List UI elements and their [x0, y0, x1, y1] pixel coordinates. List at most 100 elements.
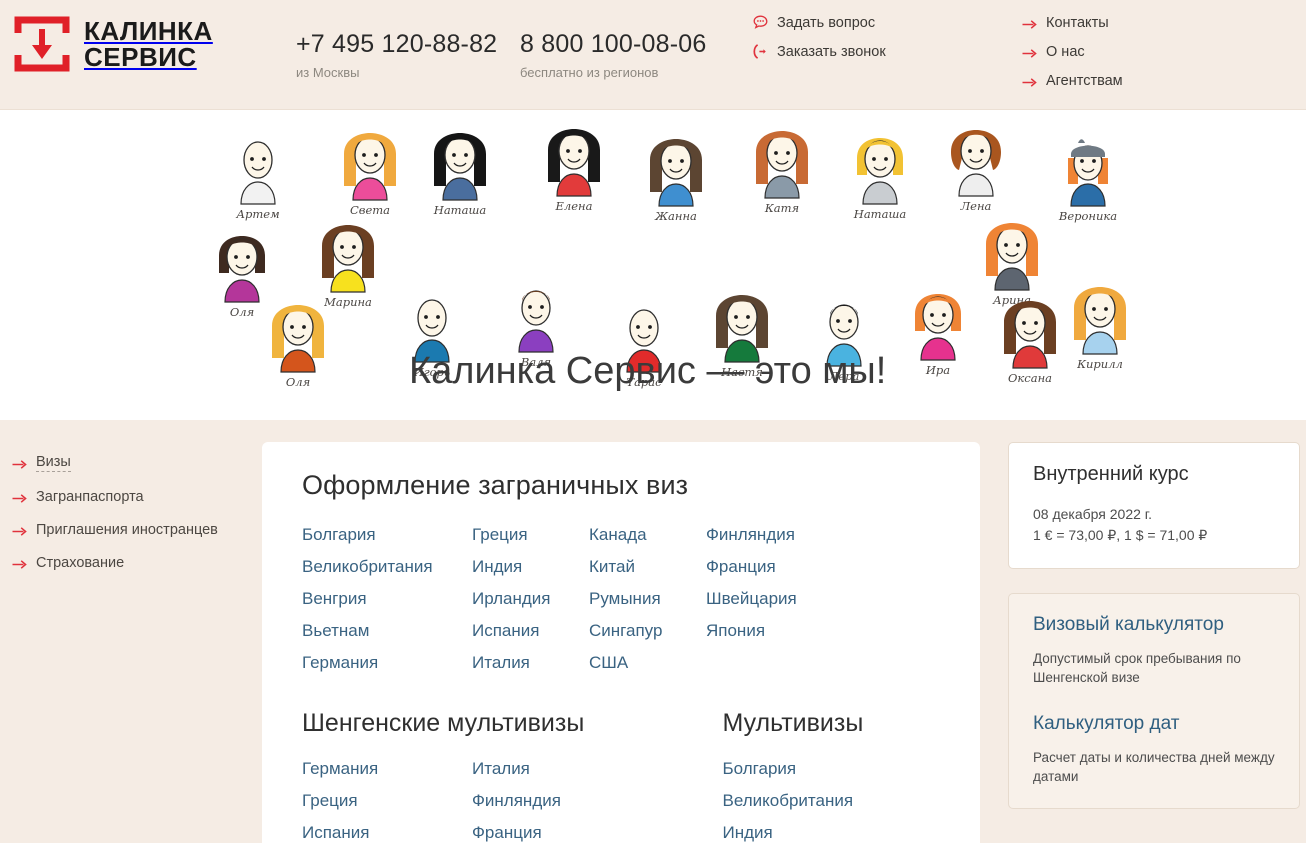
sidebar-item-3[interactable]: Страхование — [0, 555, 250, 571]
team-member-name: Наташа — [433, 203, 487, 217]
visa-calculator-link[interactable]: Визовый калькулятор — [1033, 614, 1275, 636]
country-link[interactable]: Германия — [302, 759, 472, 779]
country-column: Болгария Великобритания Венгрия Вьетнам Герм… — [302, 525, 472, 685]
team-member: Катя — [746, 126, 818, 215]
phone-moscow: +7 495 120-88-82 из Москвы — [296, 30, 497, 80]
team-member: Лена — [940, 124, 1012, 213]
exchange-rate-title: Внутренний курс — [1033, 463, 1189, 485]
country-link[interactable]: Япония — [706, 621, 823, 641]
page-title: Оформление заграничных виз — [302, 470, 689, 500]
team-member: Артем — [222, 132, 294, 221]
exchange-rate-date: 08 декабря 2022 г. — [1033, 506, 1153, 522]
arrow-right-icon — [12, 558, 27, 569]
country-link[interactable]: Сингапур — [589, 621, 706, 641]
sidebar-item-label: Визы — [36, 454, 71, 472]
phone-number[interactable]: +7 495 120-88-82 — [296, 30, 497, 59]
nav-item-agencies[interactable]: Агентствам — [1022, 73, 1123, 89]
team-member-name: Елена — [555, 199, 593, 213]
sidebar-item-1[interactable]: Загранпаспорта — [0, 489, 250, 505]
country-link[interactable]: Италия — [472, 653, 589, 673]
country-link[interactable]: Германия — [302, 653, 472, 673]
schengen-country-list: Германия Греция Испания Италия Финляндия Фран… — [302, 759, 723, 843]
team-member-name: Лена — [960, 199, 992, 213]
country-link[interactable]: Румыния — [589, 589, 706, 609]
date-calculator-description: Расчет даты и количества дней между дата… — [1033, 750, 1275, 784]
country-link[interactable]: Ирландия — [472, 589, 589, 609]
country-link[interactable]: Швейцария — [706, 589, 823, 609]
site-header: КАЛИНКА СЕРВИС +7 495 120-88-82 из Москв… — [0, 0, 1306, 110]
country-column: Италия Финляндия Франция — [472, 759, 589, 843]
team-member-name: Оля — [285, 375, 311, 389]
country-column: БолгарияВеликобританияИндияСША — [723, 759, 893, 843]
country-link[interactable]: Болгария — [302, 525, 472, 545]
team-member: Арина — [976, 218, 1048, 307]
nav-label: Агентствам — [1046, 73, 1123, 89]
nav-item-contacts[interactable]: Контакты — [1022, 15, 1123, 31]
phone-number[interactable]: 8 800 100-08-06 — [520, 30, 706, 59]
date-calculator-link[interactable]: Калькулятор дат — [1033, 713, 1275, 735]
logo-line-2: СЕРВИС — [84, 42, 197, 72]
phone-regions: 8 800 100-08-06 бесплатно из регионов — [520, 30, 706, 80]
nav-label: О нас — [1046, 44, 1085, 60]
logo-download-icon — [14, 16, 70, 72]
country-link[interactable]: Болгария — [723, 759, 893, 779]
multivisa-country-list: БолгарияВеликобританияИндияСША — [723, 759, 941, 843]
team-member: Оксана — [994, 296, 1066, 385]
country-link[interactable]: Франция — [706, 557, 823, 577]
team-member-name: Наташа — [853, 207, 907, 221]
content-area: Визы Загранпаспорта Приглашения иностранце… — [0, 420, 1306, 843]
country-link[interactable]: Греция — [472, 525, 589, 545]
country-link[interactable]: Греция — [302, 791, 472, 811]
country-link[interactable]: Испания — [302, 823, 472, 843]
team-member-name: Кирилл — [1077, 357, 1123, 371]
team-member: Елена — [538, 124, 610, 213]
team-member-name: Артем — [236, 207, 280, 221]
ask-question-link[interactable]: Задать вопрос — [752, 14, 886, 31]
sidebar-nav: Визы Загранпаспорта Приглашения иностранце… — [0, 454, 250, 588]
country-link[interactable]: Индия — [723, 823, 893, 843]
country-link[interactable]: Финляндия — [706, 525, 823, 545]
sidebar-item-0[interactable]: Визы — [0, 454, 250, 472]
nav-item-about[interactable]: О нас — [1022, 44, 1123, 60]
country-link[interactable]: Франция — [472, 823, 589, 843]
exchange-rate-card: Внутренний курс 08 декабря 2022 г. 1 € =… — [1008, 442, 1300, 569]
team-member-name: Вероника — [1058, 209, 1118, 223]
team-member: Вероника — [1052, 134, 1124, 223]
country-link[interactable]: Финляндия — [472, 791, 589, 811]
country-link[interactable]: Великобритания — [302, 557, 472, 577]
header-nav: Контакты О нас Агентствам — [1022, 15, 1123, 102]
team-member-name: Оксана — [1007, 371, 1053, 385]
multivisa-block: Мультивизы БолгарияВеликобританияИндияСШ… — [723, 709, 941, 843]
site-logo[interactable]: КАЛИНКА СЕРВИС — [14, 16, 213, 72]
country-link[interactable]: Индия — [472, 557, 589, 577]
header-actions: Задать вопрос Заказать звонок — [752, 14, 886, 72]
multivisa-sections: Шенгенские мультивизы Германия Греция Испа… — [302, 709, 940, 843]
team-member: Жанна — [640, 134, 712, 223]
country-link[interactable]: Великобритания — [723, 791, 893, 811]
country-link[interactable]: США — [589, 653, 706, 673]
country-link[interactable]: Канада — [589, 525, 706, 545]
country-column: Греция Индия Ирландия Испания Италия — [472, 525, 589, 685]
sidebar-item-2[interactable]: Приглашения иностранцев — [0, 522, 250, 538]
nav-label: Контакты — [1046, 15, 1109, 31]
team-banner: Артем Света Наташа Елена Жанна Катя Наташа Лена… — [0, 110, 1306, 420]
request-callback-link[interactable]: Заказать звонок — [752, 43, 886, 60]
team-member-name: Жанна — [655, 209, 697, 223]
country-link[interactable]: Испания — [472, 621, 589, 641]
chat-bubble-icon — [752, 14, 769, 31]
main-card: Оформление заграничных виз Болгария Велик… — [262, 442, 980, 843]
sidebar-item-label: Загранпаспорта — [36, 489, 144, 505]
team-member: Наташа — [424, 128, 496, 217]
visa-country-list: Болгария Великобритания Венгрия Вьетнам Герм… — [302, 525, 940, 685]
country-link[interactable]: Италия — [472, 759, 589, 779]
arrow-right-icon — [12, 525, 27, 536]
phone-caption: бесплатно из регионов — [520, 65, 659, 80]
country-link[interactable]: Вьетнам — [302, 621, 472, 641]
country-link[interactable]: Китай — [589, 557, 706, 577]
arrow-right-icon — [1022, 47, 1037, 58]
action-label: Задать вопрос — [777, 14, 876, 31]
country-link[interactable]: Венгрия — [302, 589, 472, 609]
country-column: Германия Греция Испания — [302, 759, 472, 843]
arrow-right-icon — [1022, 18, 1037, 29]
visa-calculator-description: Допустимый срок пребывания по Шенгенской… — [1033, 651, 1241, 685]
